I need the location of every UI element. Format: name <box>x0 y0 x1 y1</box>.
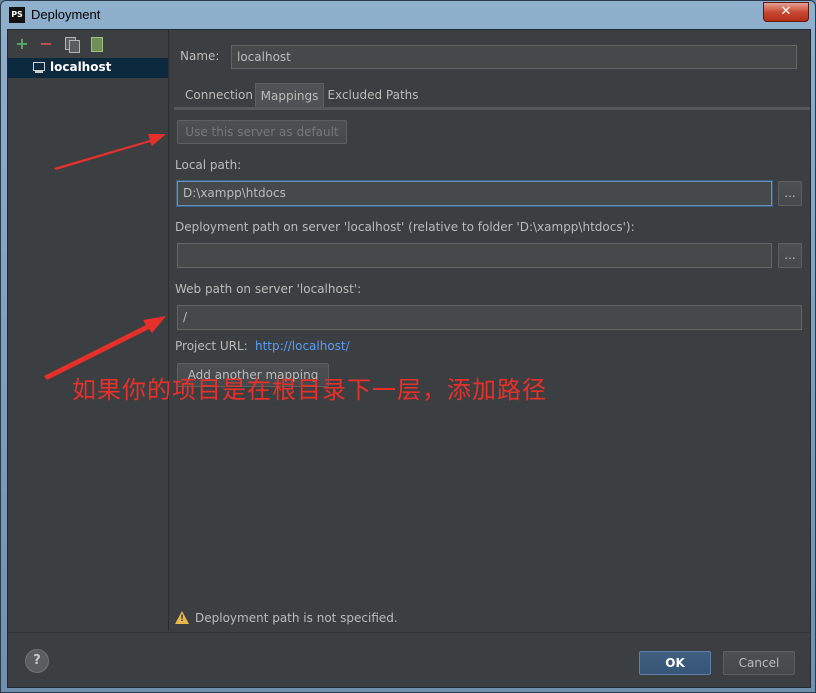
window-title: Deployment <box>31 7 101 22</box>
tab-mappings[interactable]: Mappings <box>255 83 324 107</box>
web-path-label: Web path on server 'localhost': <box>175 282 362 296</box>
tab-divider <box>174 107 810 110</box>
close-button[interactable]: ✕ <box>763 2 809 22</box>
server-item-localhost[interactable]: localhost <box>8 58 168 78</box>
ok-button[interactable]: OK <box>639 651 711 675</box>
add-icon[interactable]: + <box>14 36 30 52</box>
set-default-icon[interactable] <box>88 36 104 52</box>
local-path-browse-button[interactable]: ... <box>778 181 802 206</box>
local-path-field[interactable]: D:\xampp\htdocs <box>177 181 772 206</box>
project-url-label: Project URL: <box>175 339 248 353</box>
server-list-panel: + − localhost <box>8 30 169 631</box>
use-as-default-button[interactable]: Use this server as default <box>177 120 347 144</box>
help-icon[interactable]: ? <box>25 649 49 673</box>
remove-icon[interactable]: − <box>38 36 54 52</box>
tab-excluded-paths[interactable]: Excluded Paths <box>326 83 420 107</box>
annotation-text: 如果你的项目是在根目录下一层，添加路径 <box>72 376 547 404</box>
deployment-path-label: Deployment path on server 'localhost' (r… <box>175 220 635 234</box>
deployment-path-browse-button[interactable]: ... <box>778 243 802 268</box>
name-field[interactable]: localhost <box>231 45 797 69</box>
name-label: Name: <box>180 49 220 63</box>
local-path-label: Local path: <box>175 158 242 172</box>
title-bar[interactable]: PS Deployment ✕ <box>1 1 815 29</box>
tab-connection[interactable]: Connection <box>180 83 258 107</box>
server-icon <box>32 61 46 75</box>
cancel-button[interactable]: Cancel <box>723 651 795 675</box>
project-url-link[interactable]: http://localhost/ <box>255 339 350 353</box>
dialog-body: + − localhost Name: localhost Connection… <box>7 29 811 688</box>
warning-message: Deployment path is not specified. <box>195 611 398 625</box>
copy-icon[interactable] <box>64 36 80 53</box>
deployment-window: PS Deployment ✕ + − localhost Name: loca… <box>0 0 816 693</box>
phpstorm-icon: PS <box>9 7 25 23</box>
server-item-label: localhost <box>50 60 112 74</box>
deployment-path-field[interactable] <box>177 243 772 268</box>
web-path-field[interactable]: / <box>177 305 802 330</box>
